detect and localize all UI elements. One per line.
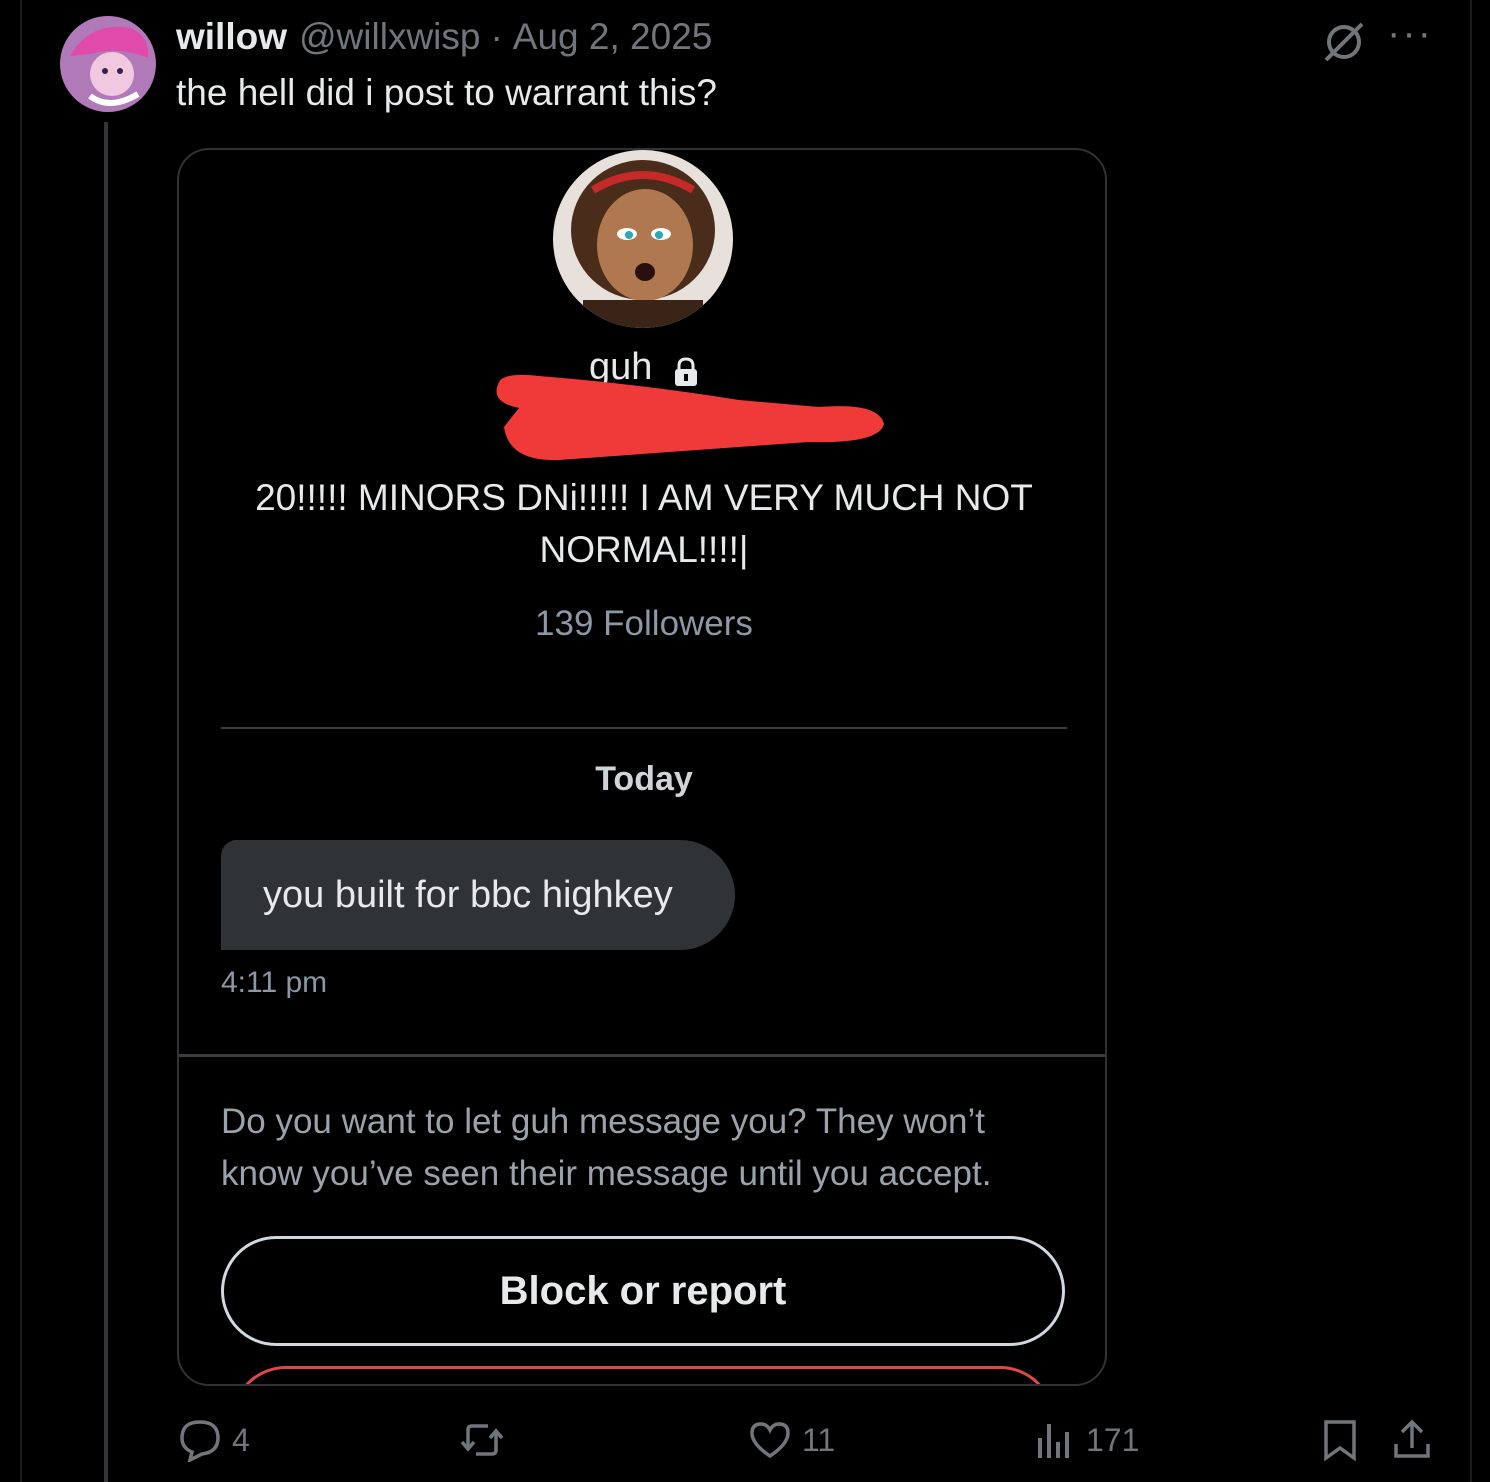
message-timestamp: 4:11 pm: [221, 966, 328, 999]
reply-icon: [180, 1420, 220, 1462]
date-separator: Today: [595, 760, 693, 798]
views-icon: [1038, 1424, 1069, 1458]
message-bubble: you built for bbc highkey: [221, 840, 735, 950]
separator: ·: [490, 16, 503, 57]
profile-bio: 20!!!!! MINORS DNi!!!!! I AM VERY MUCH N…: [255, 477, 1033, 570]
retweet-button[interactable]: [460, 1412, 504, 1468]
views-button[interactable]: 171: [1032, 1412, 1139, 1468]
display-name[interactable]: willow: [176, 16, 287, 58]
reply-count: 4: [232, 1421, 250, 1458]
like-count: 11: [802, 1421, 836, 1458]
divider: [221, 727, 1067, 729]
profile-picture: [553, 150, 733, 328]
like-icon: [750, 1422, 790, 1459]
share-icon: [1394, 1419, 1430, 1458]
bookmark-icon: [1324, 1420, 1356, 1462]
post-date[interactable]: Aug 2, 2025: [513, 16, 713, 58]
handle[interactable]: @willxwisp: [299, 16, 480, 58]
block-or-report-button: Block or report: [221, 1236, 1065, 1346]
message-request-prompt: Do you want to let guh message you? They…: [221, 1102, 992, 1193]
grok-icon[interactable]: [1320, 18, 1368, 66]
avatar[interactable]: [60, 16, 156, 112]
share-button[interactable]: [1390, 1412, 1434, 1468]
bookmark-button[interactable]: [1318, 1412, 1362, 1468]
attached-screenshot[interactable]: guh 20!!!!! MINORS DNi!!!!! I AM VERY MU…: [177, 148, 1107, 1386]
partially-visible-button: [231, 1366, 1055, 1384]
more-icon[interactable]: ···: [1386, 13, 1434, 58]
tweet-actions: 4 11 171: [0, 1412, 1490, 1468]
tweet-text: the hell did i post to warrant this?: [176, 72, 717, 113]
like-button[interactable]: 11: [748, 1412, 835, 1468]
divider: [179, 1054, 1105, 1057]
tweet-header: willow @willxwisp · Aug 2, 2025: [176, 16, 712, 66]
thread-line: [104, 122, 108, 1482]
followers-count: 139 Followers: [535, 604, 753, 643]
reply-button[interactable]: 4: [178, 1412, 250, 1468]
retweet-icon: [460, 1424, 504, 1456]
redaction-scribble: [479, 372, 889, 464]
view-count: 171: [1086, 1421, 1140, 1458]
